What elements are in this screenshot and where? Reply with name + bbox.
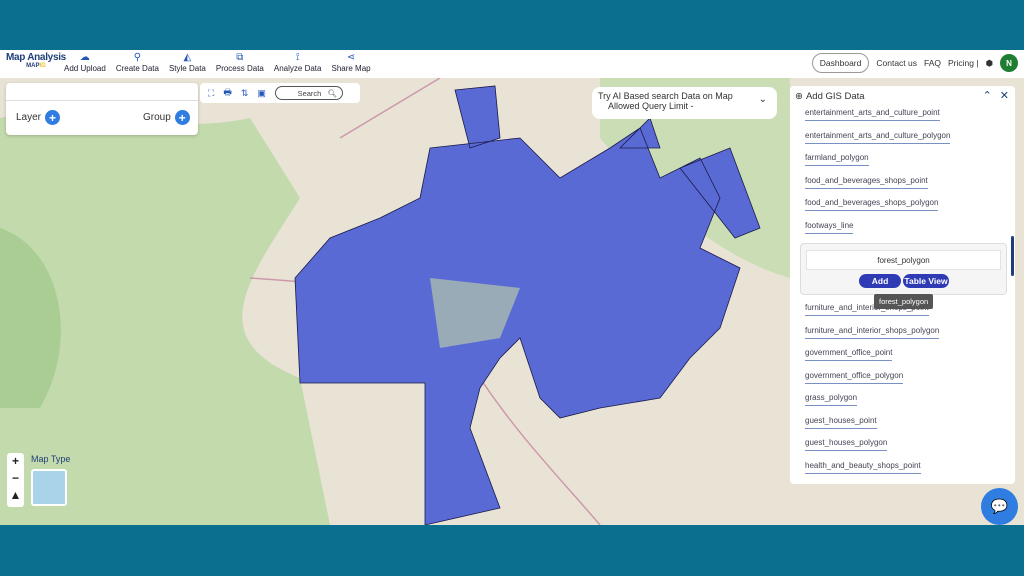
map-type-thumbnail[interactable] xyxy=(31,469,67,506)
close-icon[interactable]: ✕ xyxy=(1000,89,1009,102)
app: Map Analysis MAPIG ☁ Add Upload ⚲ Create Dat… xyxy=(0,50,1024,525)
gis-layer-item[interactable]: entertainment_arts_and_culture_point xyxy=(805,106,1015,129)
nav-create-data[interactable]: ⚲ Create Data xyxy=(114,52,161,73)
add-gis-data-panel: ⊕ Add GIS Data ⌃ ✕ entertainment_arts_and_… xyxy=(790,86,1015,484)
gis-layer-item[interactable]: guest_houses_polygon xyxy=(805,436,1015,459)
gis-layer-item[interactable]: guest_houses_point xyxy=(805,414,1015,437)
scrollbar[interactable] xyxy=(1011,236,1014,276)
plus-icon[interactable]: + xyxy=(45,110,61,125)
chat-icon[interactable]: 💬 xyxy=(981,488,1018,525)
comment-icon[interactable]: ▣ xyxy=(257,88,266,99)
print-icon[interactable]: 🖶 xyxy=(223,85,232,101)
header-right: Dashboard Contact us FAQ Pricing | ⬢ N xyxy=(811,53,1018,73)
nav-style-data[interactable]: ◭ Style Data xyxy=(167,52,208,73)
add-button[interactable]: Add xyxy=(859,274,901,288)
selected-layer-card: forest_polygon Add Table View forest_pol… xyxy=(800,243,1007,309)
gis-layer-item[interactable]: farmland_polygon xyxy=(805,151,1015,174)
pricing-link[interactable]: Pricing | xyxy=(948,58,979,68)
search-icon: 🔍︎ xyxy=(327,88,337,98)
fullscreen-icon[interactable]: ⛶ xyxy=(208,88,214,99)
gis-layer-item[interactable]: food_and_beverages_shops_point xyxy=(805,174,1015,197)
measure-icon[interactable]: ⇅ xyxy=(241,88,249,99)
zoom-controls: + − ▲ xyxy=(7,453,24,507)
dashboard-button[interactable]: Dashboard xyxy=(811,53,870,73)
table-view-button[interactable]: Table View xyxy=(903,274,949,288)
zoom-in-button[interactable]: + xyxy=(7,453,24,470)
gis-layer-item[interactable]: furniture_and_interior_shops_polygon xyxy=(805,324,1015,347)
selected-layer-name: forest_polygon xyxy=(806,250,1001,270)
process-icon: ⧉ xyxy=(236,52,244,63)
header: Map Analysis MAPIG ☁ Add Upload ⚲ Create Dat… xyxy=(0,50,1024,78)
nav-add-upload[interactable]: ☁ Add Upload xyxy=(62,52,108,73)
cube-icon[interactable]: ⬢ xyxy=(986,58,993,69)
paint-bucket-icon: ◭ xyxy=(183,52,192,63)
add-layer[interactable]: Layer + xyxy=(16,110,61,125)
nav-analyze-data[interactable]: ⟟ Analyze Data xyxy=(272,52,324,73)
location-pin-icon: ⚲ xyxy=(133,52,142,63)
main-nav: ☁ Add Upload ⚲ Create Data ◭ Style Data ⧉ Proce… xyxy=(62,52,373,73)
gis-layer-item[interactable]: government_office_point xyxy=(805,346,1015,369)
contact-link[interactable]: Contact us xyxy=(876,58,917,68)
layer-panel: Layer + Group + xyxy=(6,83,198,135)
map-type-label: Map Type xyxy=(31,454,71,464)
gis-layer-item[interactable]: health_and_beauty_shops_point xyxy=(805,459,1015,482)
map-toolbar: ⛶ 🖶 ⇅ ▣ Search 🔍︎ xyxy=(200,83,360,103)
zoom-out-button[interactable]: − xyxy=(7,470,24,487)
faq-link[interactable]: FAQ xyxy=(924,58,941,68)
analyze-icon: ⟟ xyxy=(295,52,300,63)
panel-title: Add GIS Data xyxy=(805,90,865,102)
add-group[interactable]: Group + xyxy=(143,110,190,125)
plus-icon[interactable]: + xyxy=(174,110,190,125)
cloud-upload-icon: ☁ xyxy=(79,52,90,63)
search-input[interactable]: Search 🔍︎ xyxy=(274,86,343,100)
gis-layer-item[interactable]: entertainment_arts_and_culture_polygon xyxy=(805,129,1015,152)
compass-icon[interactable]: ▲ xyxy=(7,487,24,504)
ai-search-box[interactable]: Try AI Based search Data on Map Allowed … xyxy=(592,87,777,119)
gis-layer-item[interactable]: grass_polygon xyxy=(805,391,1015,414)
gis-layer-item[interactable]: government_office_polygon xyxy=(805,369,1015,392)
globe-icon: ⊕ xyxy=(795,90,803,102)
gis-layer-item[interactable]: footways_line xyxy=(805,219,1015,242)
avatar[interactable]: N xyxy=(1000,54,1018,72)
chevron-down-icon[interactable]: ⌄ xyxy=(759,95,767,105)
tooltip: forest_polygon xyxy=(874,294,934,309)
logo[interactable]: Map Analysis MAPIG xyxy=(6,52,66,69)
nav-process-data[interactable]: ⧉ Process Data xyxy=(214,52,266,73)
collapse-icon[interactable]: ⌃ xyxy=(983,89,992,102)
share-icon: ⋖ xyxy=(346,52,356,63)
gis-layer-item[interactable]: food_and_beverages_shops_polygon xyxy=(805,196,1015,219)
nav-share-map[interactable]: ⋖ Share Map xyxy=(329,52,372,73)
